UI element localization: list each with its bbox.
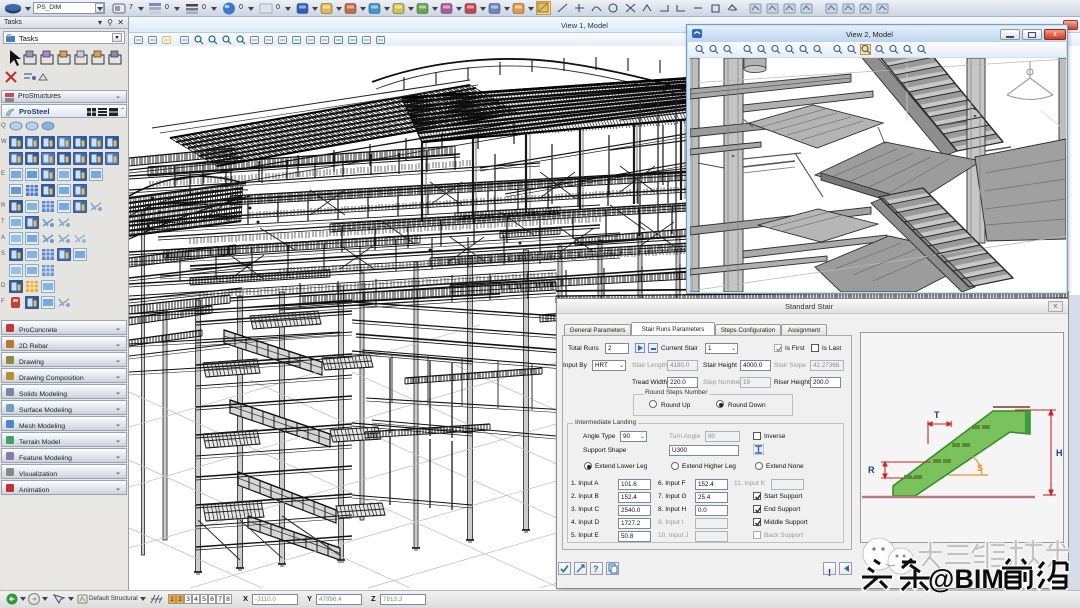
svg-text:S: S <box>977 463 983 473</box>
svg-text:R: R <box>868 465 875 475</box>
svg-text:?: ? <box>593 564 599 574</box>
svg-text:@BIM: @BIM <box>928 564 1004 594</box>
svg-text:H: H <box>1056 448 1063 458</box>
svg-text:T: T <box>934 410 940 420</box>
